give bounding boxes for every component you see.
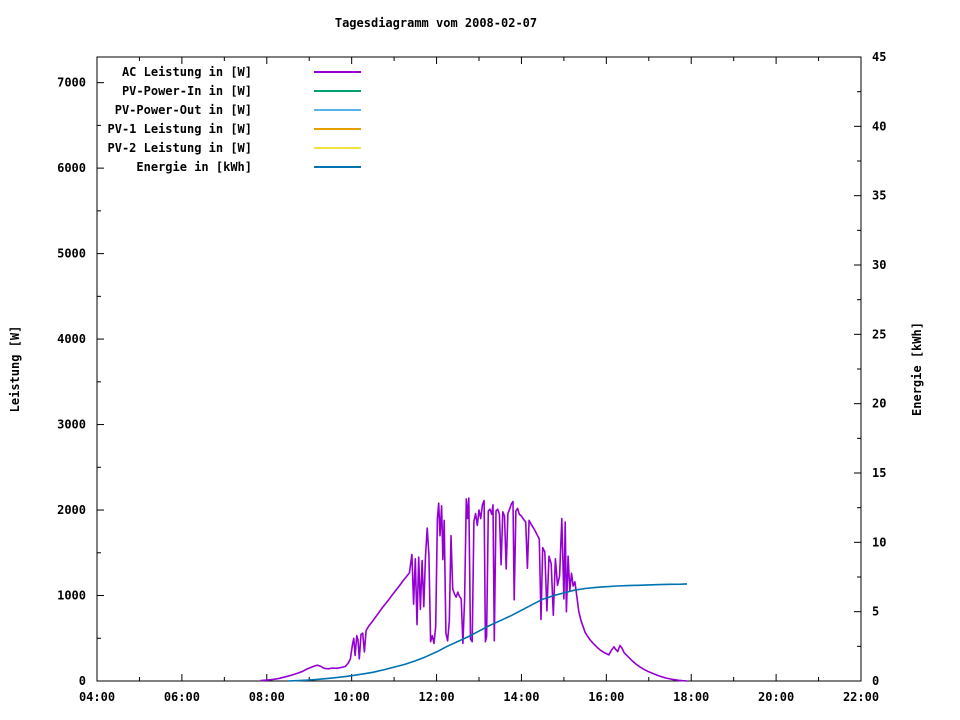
y-tick-label: 5000 xyxy=(57,247,86,261)
y2-tick-label: 10 xyxy=(872,535,886,549)
legend-label: AC Leistung in [W] xyxy=(121,64,252,79)
legend-item: PV-2 Leistung in [W] xyxy=(97,138,361,157)
chart-page: Tagesdiagramm vom 2008-02-07 Leistung [W… xyxy=(0,0,960,720)
legend-item: PV-1 Leistung in [W] xyxy=(97,119,361,138)
y2-tick-label: 40 xyxy=(872,119,886,133)
y2-tick-label: 20 xyxy=(872,397,886,411)
x-tick-label: 10:00 xyxy=(334,690,370,704)
x-tick-label: 16:00 xyxy=(588,690,624,704)
x-tick-label: 04:00 xyxy=(79,690,115,704)
y-tick-label: 1000 xyxy=(57,589,86,603)
legend-item: PV-Power-In in [W] xyxy=(97,81,361,100)
x-tick-label: 22:00 xyxy=(843,690,879,704)
legend-label: PV-Power-Out in [W] xyxy=(114,102,252,117)
x-tick-label: 14:00 xyxy=(503,690,539,704)
y-tick-label: 7000 xyxy=(57,76,86,90)
series-line-0 xyxy=(260,497,688,682)
y-tick-label: 3000 xyxy=(57,418,86,432)
y-tick-label: 0 xyxy=(79,674,86,688)
x-tick-label: 08:00 xyxy=(249,690,285,704)
legend-color-sample xyxy=(314,127,361,130)
legend-label: PV-2 Leistung in [W] xyxy=(107,140,253,155)
y2-tick-label: 5 xyxy=(872,605,879,619)
x-tick-label: 12:00 xyxy=(418,690,454,704)
y2-tick-label: 0 xyxy=(872,674,879,688)
y2-tick-label: 45 xyxy=(872,50,886,64)
legend-color-sample xyxy=(314,165,361,168)
x-tick-label: 18:00 xyxy=(673,690,709,704)
legend-label: PV-1 Leistung in [W] xyxy=(107,121,253,136)
y2-tick-label: 30 xyxy=(872,258,886,272)
legend-item: Energie in [kWh] xyxy=(97,157,361,176)
legend: AC Leistung in [W] PV-Power-In in [W] PV-P… xyxy=(97,62,361,176)
legend-color-sample xyxy=(314,89,361,92)
legend-color-sample xyxy=(314,146,361,149)
y-tick-label: 4000 xyxy=(57,332,86,346)
legend-color-sample xyxy=(314,108,361,111)
legend-item: PV-Power-Out in [W] xyxy=(97,100,361,119)
y-tick-label: 2000 xyxy=(57,503,86,517)
y2-tick-label: 25 xyxy=(872,327,886,341)
x-tick-label: 06:00 xyxy=(164,690,200,704)
y-tick-label: 6000 xyxy=(57,161,86,175)
y2-tick-label: 35 xyxy=(872,189,886,203)
legend-label: PV-Power-In in [W] xyxy=(121,83,252,98)
legend-item: AC Leistung in [W] xyxy=(97,62,361,81)
legend-color-sample xyxy=(314,70,361,73)
x-tick-label: 20:00 xyxy=(758,690,794,704)
y2-tick-label: 15 xyxy=(872,466,886,480)
legend-label: Energie in [kWh] xyxy=(136,159,252,174)
